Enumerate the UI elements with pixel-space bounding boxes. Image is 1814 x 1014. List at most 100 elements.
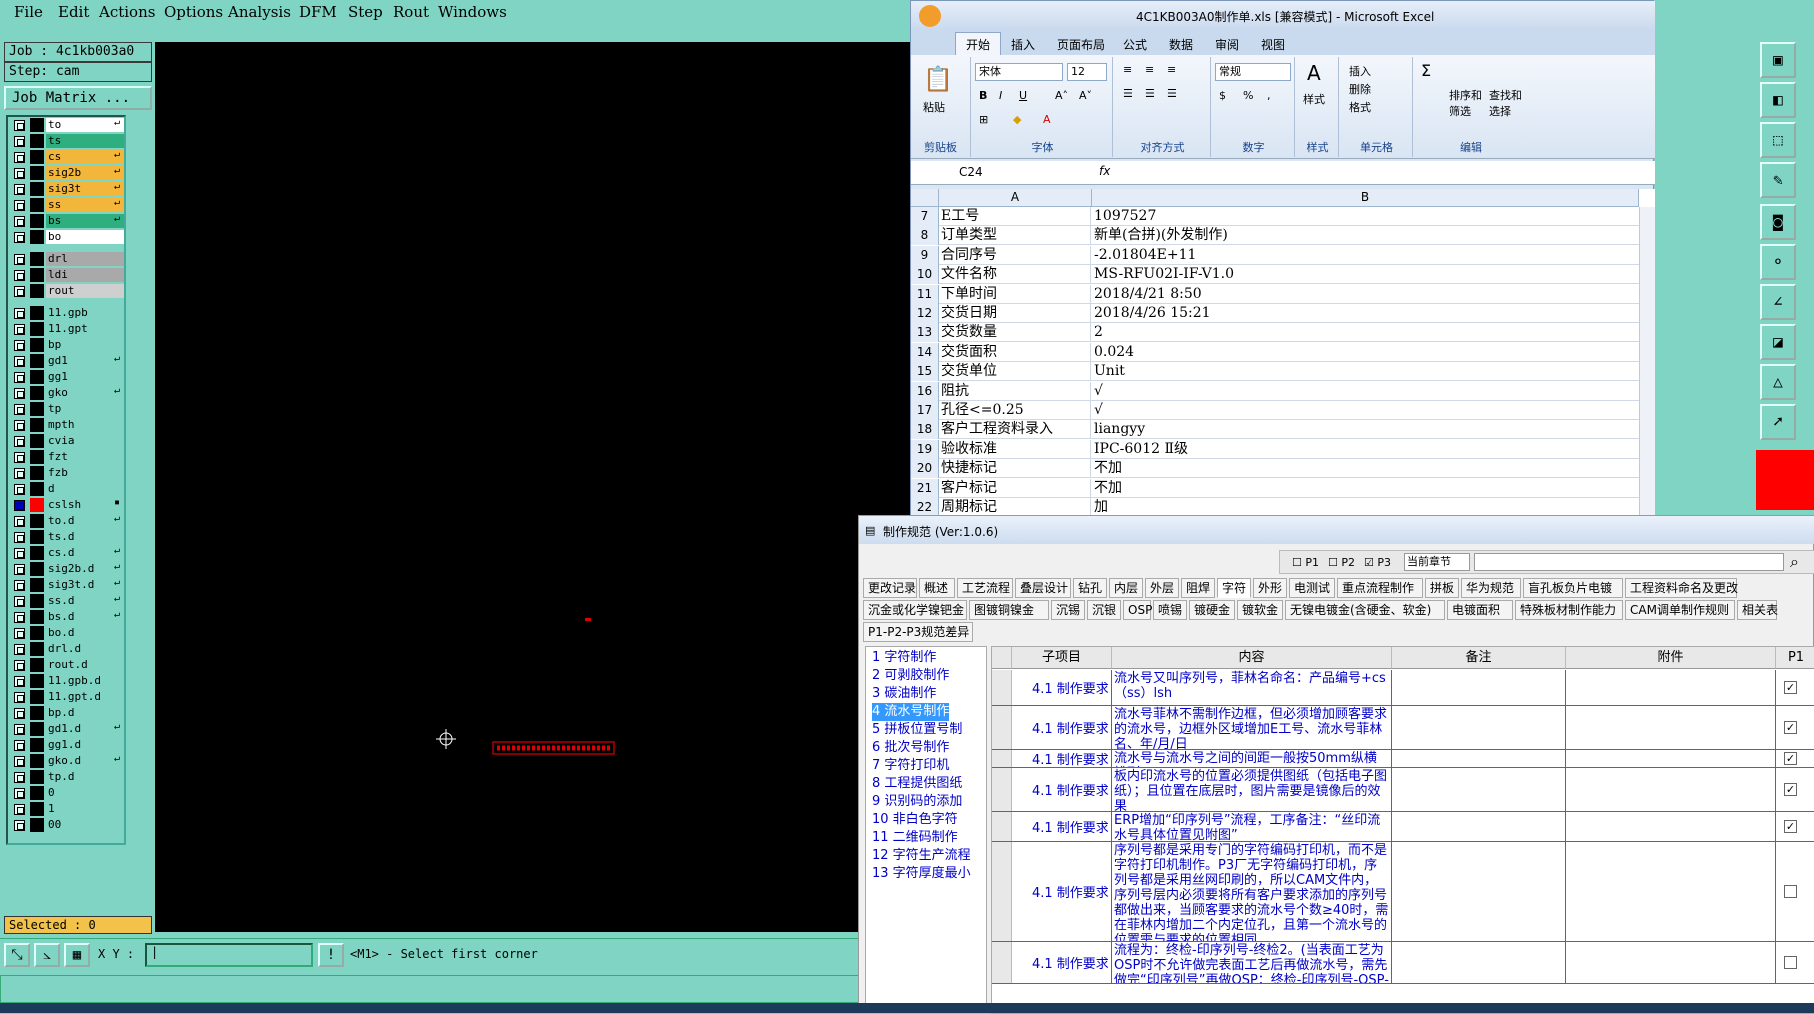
layer-row[interactable]: fzb bbox=[10, 465, 124, 481]
layer-checkbox[interactable] bbox=[14, 216, 25, 227]
spec-tab[interactable]: 特殊板材制作能力 bbox=[1515, 600, 1623, 620]
spec-tab[interactable]: 沉锡 bbox=[1051, 600, 1085, 620]
layer-checkbox[interactable] bbox=[14, 184, 25, 195]
comma-icon[interactable]: , bbox=[1267, 89, 1271, 102]
corner-header[interactable] bbox=[911, 189, 939, 207]
menu-rout[interactable]: Rout bbox=[393, 3, 429, 21]
layer-name[interactable]: bp.d bbox=[46, 706, 124, 720]
search-input[interactable] bbox=[1474, 553, 1784, 571]
layer-checkbox[interactable] bbox=[14, 484, 25, 495]
layer-row[interactable]: gko ↵ bbox=[10, 385, 124, 401]
shape-tool-icon[interactable]: ◪ bbox=[1760, 324, 1796, 360]
layer-checkbox[interactable] bbox=[14, 420, 25, 431]
layer-checkbox[interactable] bbox=[14, 708, 25, 719]
layer-swatch[interactable] bbox=[30, 738, 44, 752]
layer-checkbox[interactable] bbox=[14, 788, 25, 799]
cell-content[interactable]: 流水号与流水号之间的间距一般按50mm纵横排列 bbox=[1112, 750, 1392, 767]
cell-b[interactable]: √ bbox=[1092, 382, 1632, 401]
layer-row[interactable]: ss ↵ bbox=[10, 197, 124, 213]
cell-attachment[interactable] bbox=[1566, 750, 1776, 767]
row-number[interactable]: 7 bbox=[911, 207, 939, 226]
layer-row[interactable]: sig2b ↵ bbox=[10, 165, 124, 181]
step-tool-icon[interactable]: ◧ bbox=[1760, 82, 1796, 118]
grid-icon[interactable]: ▦ bbox=[64, 943, 90, 967]
cell-a[interactable]: 下单时间 bbox=[939, 284, 1091, 304]
tab-insert[interactable]: 插入 bbox=[1011, 36, 1035, 53]
fx-icon[interactable]: fx bbox=[1099, 164, 1110, 178]
layer-name[interactable]: fzt bbox=[46, 450, 124, 464]
layer-row[interactable]: drl bbox=[10, 251, 124, 267]
layer-swatch[interactable] bbox=[30, 402, 44, 416]
layer-swatch[interactable] bbox=[30, 706, 44, 720]
shrink-font-icon[interactable]: A˅ bbox=[1079, 89, 1092, 102]
column-header-b[interactable]: B bbox=[1092, 189, 1639, 207]
cell-sub[interactable]: 4.1 制作要求 bbox=[1012, 842, 1112, 941]
cell-a[interactable]: 交货单位 bbox=[939, 362, 1091, 382]
row-number[interactable]: 18 bbox=[911, 420, 939, 440]
menu-file[interactable]: File bbox=[14, 3, 43, 21]
menu-options[interactable]: Options bbox=[164, 3, 223, 21]
layer-swatch[interactable] bbox=[30, 610, 44, 624]
layer-name[interactable]: 1 bbox=[46, 802, 124, 816]
layer-swatch[interactable] bbox=[30, 498, 44, 512]
cell-note[interactable] bbox=[1392, 942, 1566, 983]
cell-attachment[interactable] bbox=[1566, 768, 1776, 811]
layer-checkbox[interactable] bbox=[14, 468, 25, 479]
cell-content[interactable]: 板内印流水号的位置必须提供图纸（包括电子图纸）；且位置在底层时，图片需要是镜像后… bbox=[1112, 768, 1392, 811]
p1-checkbox[interactable] bbox=[1784, 956, 1797, 969]
layer-swatch[interactable] bbox=[30, 418, 44, 432]
layer-swatch[interactable] bbox=[30, 674, 44, 688]
cell-a[interactable]: 订单类型 bbox=[939, 226, 1091, 246]
spec-tab[interactable]: 图镀铜镍金 bbox=[969, 600, 1049, 620]
layer-swatch[interactable] bbox=[30, 268, 44, 282]
spec-tab[interactable]: 盲孔板负片电镀 bbox=[1523, 578, 1623, 598]
layer-row[interactable]: gd1.d ↵ bbox=[10, 721, 124, 737]
layer-checkbox[interactable] bbox=[14, 644, 25, 655]
cell-attachment[interactable] bbox=[1566, 842, 1776, 941]
header-p1[interactable]: P1 bbox=[1776, 647, 1814, 669]
layer-swatch[interactable] bbox=[30, 150, 44, 164]
fit-tool-icon[interactable]: ⬚ bbox=[1760, 122, 1796, 158]
cell-b[interactable]: 新单(合拼)(外发制作) bbox=[1092, 226, 1632, 245]
layer-checkbox[interactable] bbox=[14, 200, 25, 211]
layer-row[interactable]: gd1 ↵ bbox=[10, 353, 124, 369]
cell-a[interactable]: 交货面积 bbox=[939, 342, 1091, 362]
zoom-icon[interactable]: ⤡ bbox=[4, 943, 30, 967]
layer-row[interactable]: 11.gpb bbox=[10, 305, 124, 321]
cell-b[interactable]: 1097527 bbox=[1092, 207, 1632, 226]
layer-swatch[interactable] bbox=[30, 182, 44, 196]
cell-b[interactable]: √ bbox=[1092, 401, 1632, 420]
fill-color-icon[interactable]: ◆ bbox=[1013, 113, 1021, 126]
layer-row[interactable]: fzt bbox=[10, 449, 124, 465]
spec-tab[interactable]: P1-P2-P3规范差异 bbox=[863, 622, 973, 642]
xy-input[interactable]: | bbox=[145, 943, 313, 967]
layer-row[interactable]: gg1 bbox=[10, 369, 124, 385]
layer-checkbox[interactable] bbox=[14, 612, 25, 623]
spec-tab[interactable]: 沉金或化学镍钯金 bbox=[863, 600, 967, 620]
layer-swatch[interactable] bbox=[30, 642, 44, 656]
layer-swatch[interactable] bbox=[30, 530, 44, 544]
tab-data[interactable]: 数据 bbox=[1169, 36, 1193, 53]
layer-row[interactable]: 00 bbox=[10, 817, 124, 833]
header-content[interactable]: 内容 bbox=[1112, 647, 1392, 669]
paste-button[interactable]: 粘贴 bbox=[923, 99, 945, 115]
layer-checkbox[interactable] bbox=[14, 580, 25, 591]
layer-swatch[interactable] bbox=[30, 230, 44, 244]
cell-attachment[interactable] bbox=[1566, 942, 1776, 983]
layer-swatch[interactable] bbox=[30, 118, 44, 132]
row-number[interactable]: 19 bbox=[911, 439, 939, 459]
layer-checkbox[interactable] bbox=[14, 168, 25, 179]
pointer-tool-icon[interactable]: ➚ bbox=[1760, 404, 1796, 440]
layer-checkbox[interactable] bbox=[14, 120, 25, 131]
row-number[interactable]: 15 bbox=[911, 362, 939, 382]
layer-swatch[interactable] bbox=[30, 434, 44, 448]
search-icon[interactable]: ⌕ bbox=[1790, 552, 1799, 572]
header-sub[interactable]: 子项目 bbox=[1012, 647, 1112, 669]
layer-checkbox[interactable] bbox=[14, 596, 25, 607]
layer-row[interactable]: tp.d bbox=[10, 769, 124, 785]
layer-row[interactable]: bp.d bbox=[10, 705, 124, 721]
cell-b[interactable]: IPC-6012 Ⅱ级 bbox=[1092, 440, 1632, 459]
menu-actions[interactable]: Actions bbox=[99, 3, 155, 21]
font-size-select[interactable]: 12 bbox=[1067, 63, 1107, 81]
cell-a[interactable]: 阻抗 bbox=[939, 381, 1091, 401]
